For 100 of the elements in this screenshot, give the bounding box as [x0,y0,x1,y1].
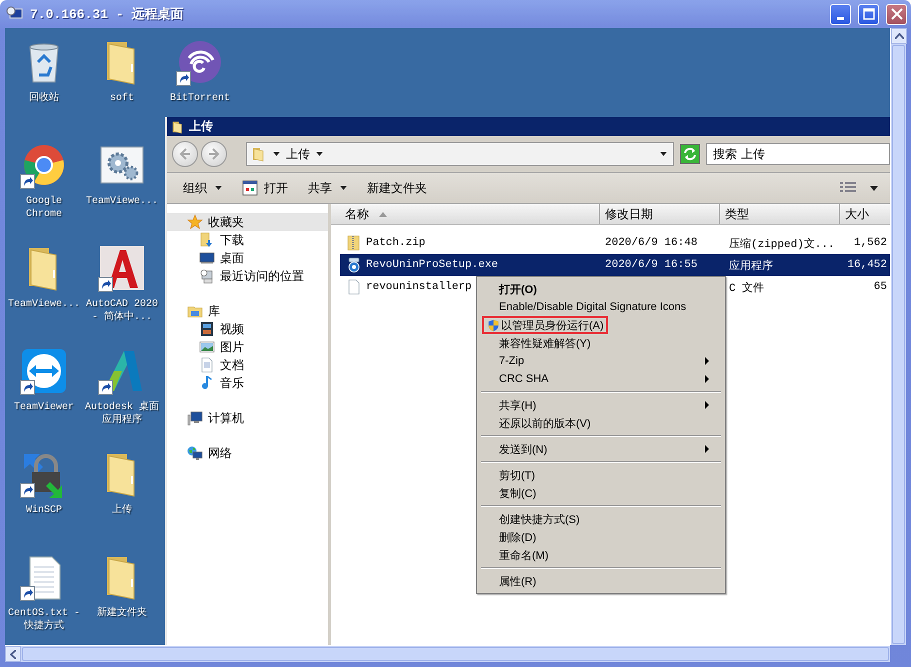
menu-item[interactable]: CRC SHA [479,370,553,388]
dropdown-caret-icon [660,152,667,156]
menu-item[interactable]: 创建快捷方式(S) [479,510,584,528]
menu-item[interactable]: 删除(D) [479,528,540,546]
caret-icon [316,152,323,156]
menu-item[interactable]: 重命名(M) [479,546,552,564]
table-cell: 65 [874,281,887,293]
menu-item[interactable]: 剪切(T) [479,466,540,484]
swirl-logo-icon[interactable] [176,38,224,86]
refresh-icon [683,147,697,161]
a-logo-icon[interactable] [98,244,146,292]
desktop-icon-label: TeamViewer [12,401,75,414]
minimize-icon [837,16,844,20]
menu-item[interactable]: 7-Zip [479,352,528,370]
horizontal-scrollbar[interactable] [5,645,890,662]
toolbar-button[interactable]: 共享 [298,176,357,200]
caret-icon [340,186,347,190]
nav-item[interactable]: 最近访问的位置 [167,267,328,285]
file-name[interactable]: revouninstallerp [366,281,472,293]
caret-icon [215,186,222,190]
search-field[interactable]: 搜索 上传 [706,143,890,165]
desktop-icon-label: CentOS.txt - 快捷方式 [6,607,81,633]
left-chevron-icon[interactable] [10,650,16,658]
double-arrow-logo-icon[interactable] [20,347,68,395]
column-header[interactable]: 修改日期 [600,204,720,224]
minimize-button[interactable] [830,4,851,24]
column-header[interactable]: 名称 [331,204,600,224]
nav-item[interactable]: 网络 [167,444,328,462]
breadcrumb[interactable]: 上传 [286,146,310,162]
network-globe-icon [187,445,203,461]
menu-item[interactable]: 还原以前的版本(V) [479,414,595,432]
shield-icon [487,318,500,332]
window-title: 上传 [189,118,213,135]
film-icon [199,321,215,337]
nav-item[interactable]: 视频 [167,320,328,338]
file-name[interactable]: Patch.zip [366,237,426,249]
column-header[interactable]: 大小 [840,204,890,224]
table-cell: 16,452 [847,259,887,271]
menu-item[interactable]: 复制(C) [479,484,540,502]
table-cell: 2020/6/9 16:55 [605,259,698,271]
window-title: 7.0.166.31 - 远程桌面 [30,6,184,23]
close-icon [890,8,902,20]
desktop-icon-label: TeamViewe... [84,195,159,208]
menu-item[interactable]: 属性(R) [479,572,540,590]
computer-clock-icon [199,268,215,284]
star-icon [187,214,203,230]
desktop-icon-label: 新建文件夹 [96,607,148,620]
table-cell: C 文件 [729,282,764,294]
menu-item[interactable]: 打开(O) [479,280,541,298]
menu-item[interactable]: 兼容性疑难解答(Y) [479,334,595,352]
vertical-scrollbar[interactable] [890,28,906,645]
menu-item[interactable]: 发送到(N) [479,440,552,458]
column-header[interactable]: 类型 [720,204,840,224]
window-icon [242,180,258,196]
desktop-icon-label: AutoCAD 2020 - 简体中... [84,298,159,324]
up-chevron-icon[interactable] [894,33,904,39]
view-options-icon[interactable] [840,182,856,194]
nav-item[interactable]: 图片 [167,338,328,356]
table-cell: 应用程序 [729,260,773,272]
toolbar-button[interactable]: 打开 [232,176,298,200]
menu-item[interactable]: 以管理员身份运行(A) [482,316,608,334]
nav-item[interactable]: 桌面 [167,249,328,267]
nav-item[interactable]: 计算机 [167,409,328,427]
desktop-icon-label: Google Chrome [24,195,63,221]
close-button[interactable] [886,4,907,24]
sort-arrow-icon [379,212,387,216]
desktop-icon-label: Autodesk 桌面应用程序 [84,401,160,427]
desktop-icon-label: 回收站 [28,92,60,105]
desktop-icon-label: TeamViewe... [6,298,81,311]
nav-item[interactable]: 音乐 [167,374,328,392]
landscape-picture-icon [199,339,215,355]
address-bar[interactable]: 上传 [246,142,674,166]
desktop-icon-label: WinSCP [24,504,63,517]
folder-arrow-icon [199,232,215,248]
toolbar-button[interactable]: 新建文件夹 [357,176,437,200]
music-note-icon [199,375,215,391]
desktop-icon-label: BitTorrent [168,92,231,105]
table-cell: 1,562 [854,237,887,249]
nav-item[interactable]: 库 [167,302,328,320]
nav-item[interactable]: 文档 [167,356,328,374]
file-name[interactable]: RevoUninProSetup.exe [366,259,498,271]
installer-icon [346,257,362,273]
blank-file-icon [346,279,362,295]
document-icon [199,357,215,373]
maximize-button[interactable] [858,4,879,24]
caret-icon [870,186,878,190]
file-row[interactable]: RevoUninProSetup.exe 2020/6/9 16:55 应用程序 16,452 [340,254,890,276]
maximize-icon [862,8,874,20]
table-cell: 压缩(zipped)文... [729,238,835,250]
refresh-button[interactable] [680,144,700,164]
menu-item[interactable]: 共享(H) [479,396,540,414]
nav-item[interactable]: 下载 [167,231,328,249]
monitor-icon [199,250,215,266]
nav-item[interactable]: 收藏夹 [167,213,328,231]
table-cell: 2020/6/9 16:48 [605,237,698,249]
toolbar-button[interactable]: 组织 [173,176,232,200]
desktop-icon-label: 上传 [111,504,133,517]
folder-icon [171,120,185,134]
caret-icon [273,152,280,156]
menu-item[interactable]: Enable/Disable Digital Signature Icons [479,298,690,316]
